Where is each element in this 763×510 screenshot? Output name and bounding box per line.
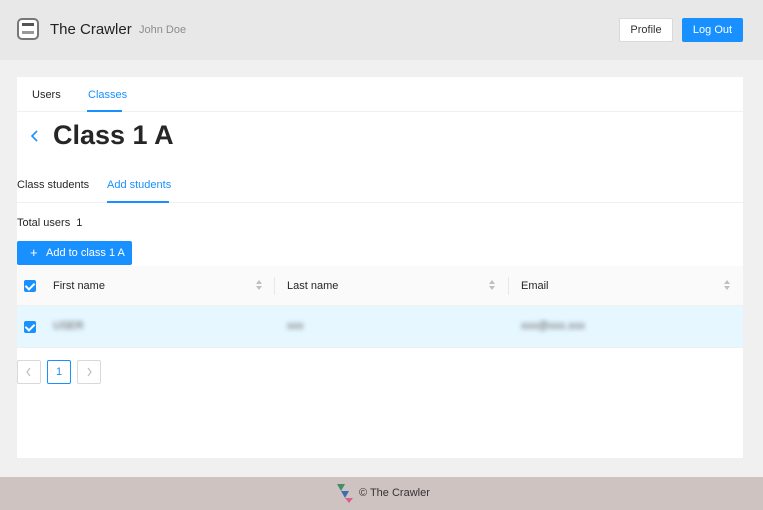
next-page-button[interactable] [77, 360, 101, 384]
select-all-checkbox[interactable] [24, 280, 36, 292]
page-title: Class 1 A [53, 120, 174, 150]
column-divider [508, 277, 509, 295]
tab-users[interactable]: Users [32, 89, 61, 101]
back-arrow-icon[interactable] [29, 129, 41, 143]
main-content: Users Classes Class 1 A Class students A… [17, 77, 743, 458]
column-header-email: Email [521, 280, 549, 292]
footer-copyright: © The Crawler [359, 487, 430, 499]
app-logo-icon [17, 18, 39, 40]
active-subtab-indicator [107, 201, 169, 203]
column-header-last-name: Last name [287, 280, 339, 292]
sub-tabs: Class students Add students [17, 172, 743, 203]
plus-icon: + [30, 245, 38, 260]
app-title: The Crawler [50, 21, 132, 38]
tab-classes[interactable]: Classes [88, 89, 127, 101]
row-select-checkbox[interactable] [24, 321, 36, 333]
profile-button[interactable]: Profile [619, 18, 673, 42]
tab-add-students[interactable]: Add students [107, 179, 171, 191]
column-header-first-name: First name [53, 280, 105, 292]
total-users-count: 1 [76, 217, 83, 229]
cell-last-name: xxx [287, 320, 304, 332]
prev-page-button[interactable] [17, 360, 41, 384]
column-divider [274, 277, 275, 295]
app-footer: © The Crawler [0, 477, 763, 510]
top-tabs: Users Classes [17, 77, 743, 112]
sort-email-icon[interactable] [723, 280, 731, 292]
table-row[interactable]: USER xxx xxx@xxx.xxx [17, 306, 743, 348]
chevron-right-icon [87, 367, 92, 377]
crawler-logo-icon [337, 484, 353, 503]
app-header: The Crawler John Doe Profile Log Out [0, 0, 763, 60]
table-header: First name Last name Email [17, 266, 743, 306]
logout-button[interactable]: Log Out [682, 18, 743, 42]
chevron-left-icon [26, 367, 31, 377]
sort-last-name-icon[interactable] [488, 280, 496, 292]
sort-first-name-icon[interactable] [255, 280, 263, 292]
page-1-button[interactable]: 1 [47, 360, 71, 384]
students-table: First name Last name Email USER xxx xxx@… [17, 266, 743, 348]
total-users-label: Total users [17, 217, 71, 229]
add-to-class-button[interactable]: + Add to class 1 A [17, 241, 132, 265]
total-users: Total users 1 [17, 217, 82, 229]
user-name: John Doe [139, 24, 187, 36]
cell-email: xxx@xxx.xxx [521, 320, 585, 332]
active-tab-indicator [87, 110, 122, 112]
tab-class-students[interactable]: Class students [17, 179, 89, 191]
cell-first-name: USER [53, 320, 84, 332]
add-to-class-label: Add to class 1 A [46, 247, 125, 259]
